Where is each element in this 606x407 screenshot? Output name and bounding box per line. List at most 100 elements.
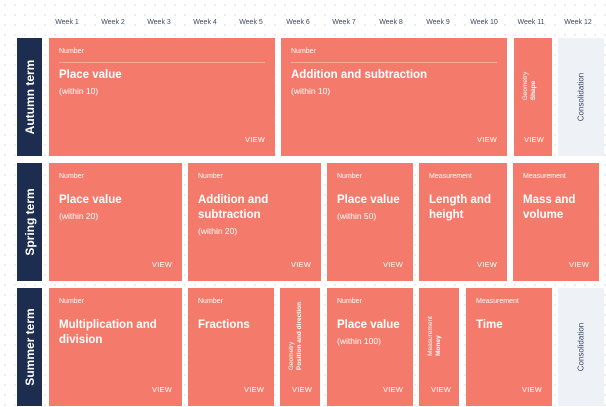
block-title-text: Time bbox=[476, 319, 503, 331]
block-subtitle: (within 50) bbox=[337, 211, 377, 221]
week-11-label: Week 11 bbox=[517, 19, 545, 26]
spring-addition-subtraction-block[interactable]: Number Addition and subtraction (within … bbox=[188, 163, 321, 281]
autumn-term-label: Autumn term bbox=[17, 38, 42, 156]
block-title: Mass and volume bbox=[523, 193, 589, 223]
summer-term-text: Summer term bbox=[22, 308, 37, 386]
summer-consolidation: Consolidation bbox=[558, 288, 604, 406]
block-title: Addition and subtraction (within 10) bbox=[291, 68, 427, 99]
view-link[interactable]: VIEW bbox=[383, 385, 403, 394]
block-title: Multiplication and division bbox=[59, 318, 169, 348]
view-link[interactable]: VIEW bbox=[292, 385, 312, 394]
block-title-text: Length and height bbox=[429, 194, 491, 221]
block-category: Measurement bbox=[429, 173, 472, 180]
block-title: Fractions bbox=[198, 318, 250, 333]
block-title-text: Fractions bbox=[198, 319, 250, 331]
spring-mass-volume-block[interactable]: Measurement Mass and volume VIEW bbox=[513, 163, 599, 281]
week-3-label: Week 3 bbox=[147, 19, 171, 26]
block-subtitle: (within 20) bbox=[59, 211, 99, 221]
week-4-label: Week 4 bbox=[193, 19, 217, 26]
block-title-text: Addition and subtraction bbox=[198, 194, 269, 221]
view-link[interactable]: VIEW bbox=[245, 135, 265, 144]
view-link[interactable]: VIEW bbox=[291, 260, 311, 269]
view-link[interactable]: VIEW bbox=[477, 260, 497, 269]
block-title: Place value (within 50) bbox=[337, 193, 400, 224]
block-title: Addition and subtraction (within 20) bbox=[198, 193, 293, 239]
block-subtitle: (within 20) bbox=[198, 226, 238, 236]
summer-fractions-block[interactable]: Number Fractions VIEW bbox=[188, 288, 274, 406]
block-category: Measurement bbox=[523, 173, 566, 180]
block-title: Place value (within 20) bbox=[59, 193, 122, 224]
view-link[interactable]: VIEW bbox=[152, 385, 172, 394]
block-category: Number bbox=[59, 173, 84, 180]
summer-term-label: Summer term bbox=[17, 288, 42, 406]
block-title-text: Position and direction bbox=[296, 301, 303, 371]
block-subtitle: (within 100) bbox=[337, 336, 381, 346]
consolidation-text: Consolidation bbox=[576, 322, 586, 372]
block-title-text: Money bbox=[435, 335, 442, 356]
block-title: Time bbox=[476, 318, 503, 333]
week-12-label: Week 12 bbox=[564, 19, 592, 26]
spring-term-label: Spring term bbox=[17, 163, 42, 281]
block-title-text: Place value bbox=[337, 194, 400, 206]
block-title: Length and height bbox=[429, 193, 499, 223]
block-category: Measurement bbox=[476, 298, 519, 305]
autumn-consolidation: Consolidation bbox=[558, 38, 604, 156]
week-8-label: Week 8 bbox=[379, 19, 403, 26]
spring-length-height-block[interactable]: Measurement Length and height VIEW bbox=[419, 163, 507, 281]
view-link[interactable]: VIEW bbox=[244, 385, 264, 394]
view-link[interactable]: VIEW bbox=[431, 385, 451, 394]
autumn-term-text: Autumn term bbox=[22, 59, 37, 135]
view-link[interactable]: VIEW bbox=[152, 260, 172, 269]
vertical-label: Measurement Money bbox=[425, 296, 445, 376]
category-divider bbox=[59, 62, 265, 63]
block-title-text: Place value bbox=[337, 319, 400, 331]
consolidation-text: Consolidation bbox=[576, 72, 586, 122]
block-category: Number bbox=[291, 48, 316, 55]
week-7-label: Week 7 bbox=[332, 19, 356, 26]
block-category: Number bbox=[59, 298, 84, 305]
block-subtitle: (within 10) bbox=[291, 86, 331, 96]
block-title-text: Place value bbox=[59, 194, 122, 206]
block-category: Measurement bbox=[427, 316, 434, 356]
view-link[interactable]: VIEW bbox=[477, 135, 497, 144]
week-6-label: Week 6 bbox=[286, 19, 310, 26]
vertical-label: Geometry Position and direction bbox=[286, 296, 306, 376]
summer-place-value-100-block[interactable]: Number Place value (within 100) VIEW bbox=[327, 288, 413, 406]
block-category: Number bbox=[198, 173, 223, 180]
view-link[interactable]: VIEW bbox=[383, 260, 403, 269]
summer-money-block[interactable]: Measurement Money VIEW bbox=[419, 288, 459, 406]
week-10-label: Week 10 bbox=[470, 19, 498, 26]
view-link[interactable]: VIEW bbox=[522, 385, 542, 394]
spring-place-value-50-block[interactable]: Number Place value (within 50) VIEW bbox=[327, 163, 413, 281]
summer-position-direction-block[interactable]: Geometry Position and direction VIEW bbox=[280, 288, 320, 406]
block-title-text: Mass and volume bbox=[523, 194, 576, 221]
block-category: Number bbox=[337, 173, 362, 180]
block-title-text: Place value bbox=[59, 69, 122, 81]
autumn-place-value-block[interactable]: Number Place value (within 10) VIEW bbox=[49, 38, 275, 156]
week-9-label: Week 9 bbox=[426, 19, 450, 26]
block-title: Place value (within 10) bbox=[59, 68, 122, 99]
category-divider bbox=[291, 62, 497, 63]
spring-place-value-block[interactable]: Number Place value (within 20) VIEW bbox=[49, 163, 182, 281]
block-title-text: Multiplication and division bbox=[59, 319, 157, 346]
view-link[interactable]: VIEW bbox=[524, 135, 544, 144]
week-2-label: Week 2 bbox=[101, 19, 125, 26]
vertical-label: Geometry Shape bbox=[520, 46, 540, 126]
week-5-label: Week 5 bbox=[239, 19, 263, 26]
block-category: Number bbox=[198, 298, 223, 305]
block-subtitle: (within 10) bbox=[59, 86, 99, 96]
spring-term-text: Spring term bbox=[22, 188, 37, 256]
summer-time-block[interactable]: Measurement Time VIEW bbox=[466, 288, 552, 406]
block-title-text: Shape bbox=[530, 80, 537, 101]
block-title-text: Addition and subtraction bbox=[291, 69, 428, 81]
week-1-label: Week 1 bbox=[55, 19, 79, 26]
autumn-addition-subtraction-block[interactable]: Number Addition and subtraction (within … bbox=[281, 38, 507, 156]
summer-multiplication-division-block[interactable]: Number Multiplication and division VIEW bbox=[49, 288, 182, 406]
block-title: Place value (within 100) bbox=[337, 318, 400, 349]
autumn-shape-block[interactable]: Geometry Shape VIEW bbox=[514, 38, 552, 156]
block-category: Number bbox=[337, 298, 362, 305]
block-category: Geometry bbox=[522, 71, 529, 101]
block-category: Number bbox=[59, 48, 84, 55]
block-category: Geometry bbox=[288, 341, 295, 371]
view-link[interactable]: VIEW bbox=[569, 260, 589, 269]
